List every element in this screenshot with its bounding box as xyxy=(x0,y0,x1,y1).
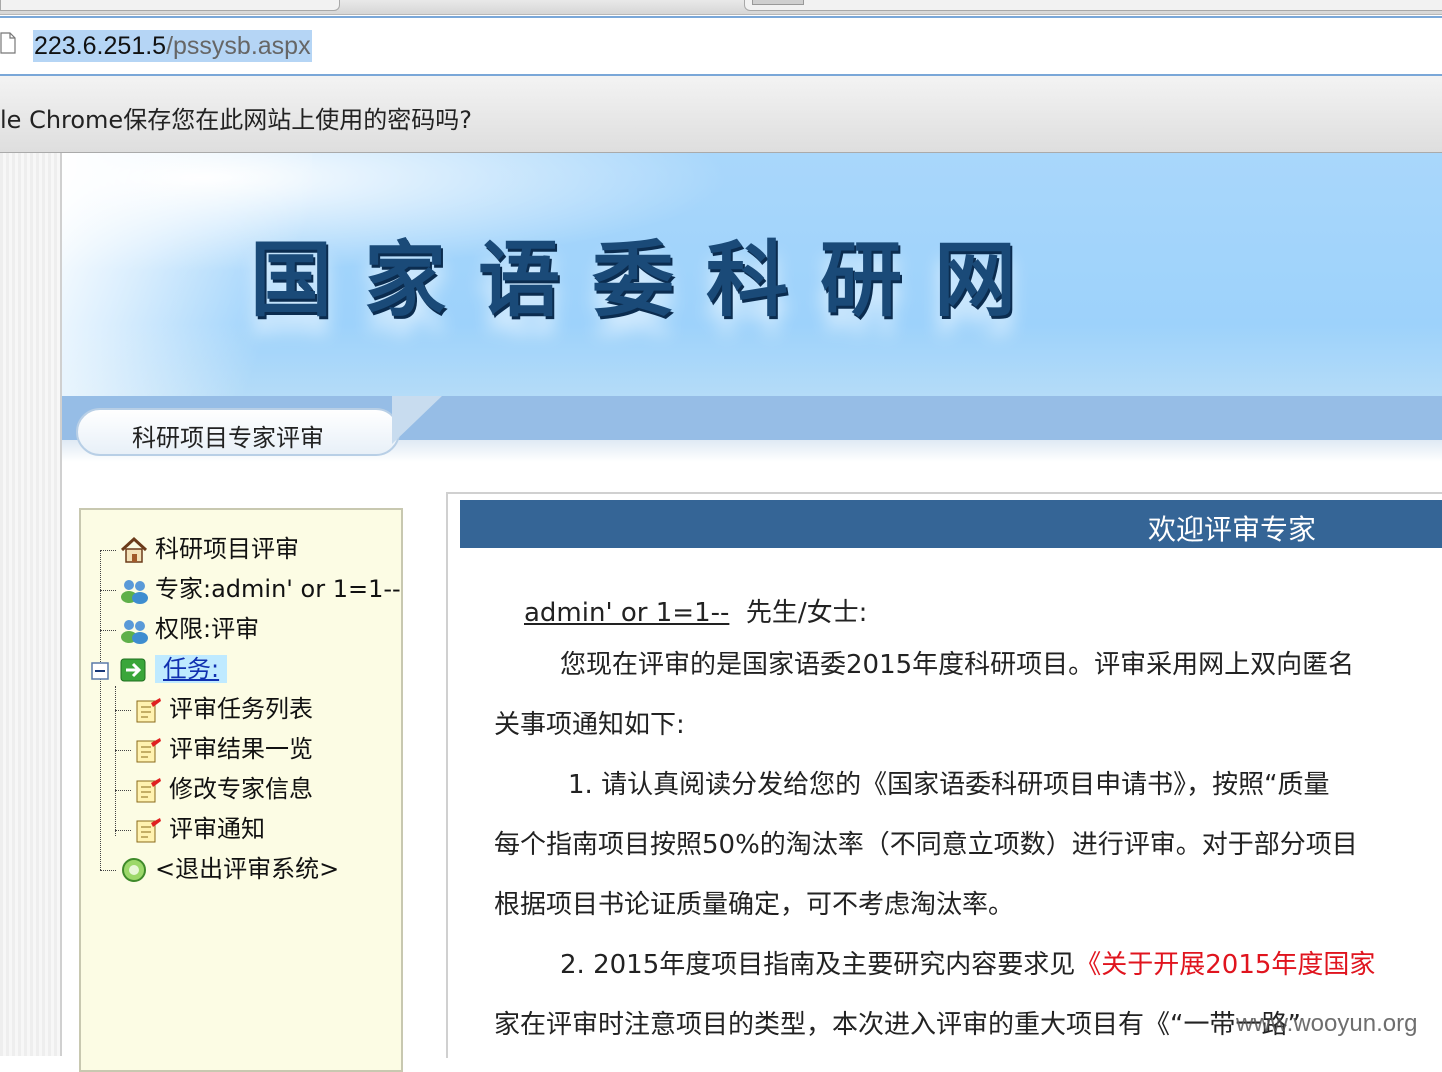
tree-item-review-results[interactable]: 评审结果一览 xyxy=(133,732,313,766)
url-host: 223.6.251.5 xyxy=(34,32,167,60)
users-icon xyxy=(121,620,148,644)
tree-item-label: 科研项目评审 xyxy=(155,535,299,563)
item2-line2: 家在评审时注意项目的类型，本次进入评审的重大项目有《“一带一路” xyxy=(494,1010,1301,1040)
collapse-toggle-icon[interactable] xyxy=(91,662,109,680)
tab-label: 科研项目专家评审 xyxy=(132,424,324,452)
page-icon xyxy=(0,32,16,54)
users-icon xyxy=(121,580,148,604)
tree-connector xyxy=(115,710,131,711)
item2-line1: 2. 2015年度项目指南及主要研究内容要求见《关于开展2015年度国家 xyxy=(560,944,1375,981)
tree-item-exit[interactable]: <退出评审系统> xyxy=(119,852,339,886)
tree-connector xyxy=(115,830,131,831)
tree-item-root[interactable]: 科研项目评审 xyxy=(119,532,299,566)
tree-item-edit-expert-info[interactable]: 修改专家信息 xyxy=(133,772,313,806)
edit-document-icon xyxy=(136,738,161,763)
save-password-infobar: le Chrome保存您在此网站上使用的密码吗? xyxy=(0,76,1442,153)
tree-item-task-list[interactable]: 评审任务列表 xyxy=(133,692,313,726)
watermark: www.wooyun.org xyxy=(1236,1010,1418,1037)
item1-line2: 每个指南项目按照50%的淘汰率（不同意立项数）进行评审。对于部分项目 xyxy=(494,830,1358,860)
tree-connector xyxy=(100,630,116,631)
tree-connector xyxy=(100,870,116,871)
tree-menu: 科研项目评审 专家:admin' or 1=1-- 权限:评审 任务: 评审任务… xyxy=(79,508,403,1072)
tree-guide-sub xyxy=(115,686,116,836)
browser-tab-new[interactable] xyxy=(744,0,1442,11)
home-icon xyxy=(120,536,148,563)
tree-connector xyxy=(100,590,116,591)
tree-item-label: <退出评审系统> xyxy=(155,855,340,883)
tree-item-review-notice[interactable]: 评审通知 xyxy=(133,812,265,846)
tab-strip xyxy=(0,0,1442,15)
content-panel: 欢迎评审专家 admin' or 1=1-- 先生/女士: 您现在评审的是国家语… xyxy=(446,492,1442,1058)
welcome-title: 欢迎评审专家 xyxy=(1148,513,1317,546)
tree-item-label: 专家:admin' or 1=1-- xyxy=(155,575,401,603)
guide-link[interactable]: 《关于开展2015年度国家 xyxy=(1075,950,1375,980)
site-banner: 国家语委科研网 xyxy=(62,153,1442,398)
para1-line1: 您现在评审的是国家语委2015年度科研项目。评审采用网上双向匿名 xyxy=(560,650,1355,680)
tree-connector xyxy=(115,790,131,791)
tab-wedge xyxy=(392,396,442,444)
tree-item-label: 评审通知 xyxy=(169,815,265,843)
arrow-right-icon xyxy=(120,658,146,682)
item1-line3: 根据项目书论证质量确定，可不考虑淘汰率。 xyxy=(494,890,1015,920)
edit-document-icon xyxy=(136,778,161,803)
item2-prefix: 2. 2015年度项目指南及主要研究内容要求见 xyxy=(560,950,1076,980)
browser-tab-active[interactable] xyxy=(0,0,340,11)
edit-document-icon xyxy=(136,818,161,843)
left-margin xyxy=(0,153,62,1056)
greeting-line: admin' or 1=1-- 先生/女士: xyxy=(524,592,867,629)
tab-expert-review[interactable]: 科研项目专家评审 xyxy=(76,408,400,456)
welcome-bar: 欢迎评审专家 xyxy=(460,500,1442,548)
tree-item-label: 评审结果一览 xyxy=(169,735,313,763)
user-name: admin' or 1=1-- xyxy=(524,598,730,628)
tree-item-label: 修改专家信息 xyxy=(169,775,313,803)
edit-document-icon xyxy=(136,698,161,723)
new-tab-button[interactable] xyxy=(752,0,804,5)
tree-connector xyxy=(100,550,116,551)
tree-item-permission[interactable]: 权限:评审 xyxy=(119,612,259,646)
address-bar[interactable]: 223.6.251.5/pssysb.aspx xyxy=(0,16,1442,76)
tree-item-label: 权限:评审 xyxy=(155,615,260,643)
url-path: /pssysb.aspx xyxy=(166,32,311,60)
item1-line1: 1. 请认真阅读分发给您的《国家语委科研项目申请书》，按照“质量 xyxy=(568,770,1330,800)
tree-connector xyxy=(115,750,131,751)
url-text[interactable]: 223.6.251.5/pssysb.aspx xyxy=(33,30,312,62)
tree-item-expert[interactable]: 专家:admin' or 1=1-- xyxy=(119,572,401,606)
exit-icon xyxy=(122,858,146,882)
infobar-message: le Chrome保存您在此网站上使用的密码吗? xyxy=(0,106,472,134)
tree-item-label: 任务: xyxy=(155,655,228,683)
tree-item-label: 评审任务列表 xyxy=(169,695,313,723)
site-title: 国家语委科研网 xyxy=(250,232,1049,328)
tree-guide-main xyxy=(100,550,101,870)
para1-line2: 关事项通知如下: xyxy=(494,710,685,740)
tree-item-task[interactable]: 任务: xyxy=(119,652,228,686)
nav-strip: 科研项目专家评审 xyxy=(62,396,1442,462)
salutation: 先生/女士: xyxy=(745,598,868,628)
